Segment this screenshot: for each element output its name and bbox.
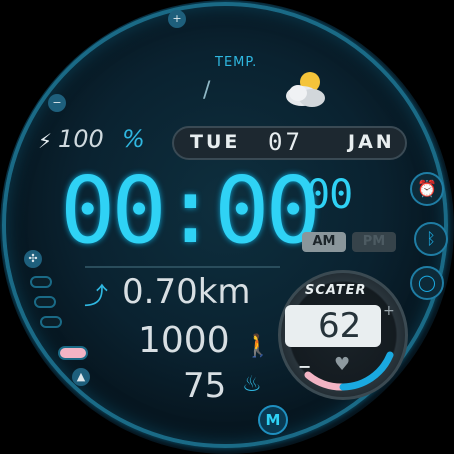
month: JAN (348, 131, 395, 153)
left-slot (40, 316, 62, 328)
walking-icon: 🚶 (244, 334, 272, 359)
steps-value: 1000 (138, 320, 230, 361)
heart-rate-plus: + (383, 303, 395, 319)
bolt-icon: ⚡ (38, 129, 53, 153)
day-of-week: TUE (190, 131, 241, 153)
top-minus-button[interactable]: − (48, 94, 66, 112)
watch-face: + − TEMP. / ⚡ 100 % TUE 07 JAN 00:00 00 … (0, 0, 454, 454)
flame-icon: ♨ (242, 372, 262, 397)
left-indicator[interactable] (58, 346, 88, 360)
brand-label: SCATER (305, 283, 367, 298)
pm-indicator: PM (352, 232, 396, 252)
left-slot (34, 296, 56, 308)
grid-icon[interactable]: ✣ (24, 250, 42, 268)
partly-cloudy-icon[interactable] (280, 68, 330, 114)
heart-rate-value: 62 (318, 306, 362, 346)
distance-value: 0.70km (122, 272, 251, 312)
battery-value: 100 (58, 125, 104, 153)
heart-icon: ♥ (334, 354, 351, 375)
time-display: 00:00 (60, 157, 321, 264)
route-icon: ⤴ (84, 282, 108, 310)
battery-unit: % (122, 125, 145, 153)
am-indicator: AM (302, 232, 346, 252)
temp-value: / (203, 78, 211, 103)
brand-logo[interactable]: M (258, 405, 288, 435)
ring-icon[interactable]: ◯ (410, 266, 444, 300)
chevron-up-icon[interactable]: ▲ (72, 368, 90, 386)
bluetooth-icon[interactable]: ᛒ (414, 222, 448, 256)
day-of-month: 07 (268, 128, 303, 156)
divider (85, 266, 280, 268)
heart-rate-minus: − (298, 357, 312, 376)
alarm-icon[interactable]: ⏰ (410, 172, 444, 206)
seconds-display: 00 (306, 172, 353, 218)
calories-value: 75 (183, 366, 227, 406)
temp-label: TEMP. (215, 55, 258, 70)
left-slot (30, 276, 52, 288)
top-plus-button[interactable]: + (168, 10, 186, 28)
